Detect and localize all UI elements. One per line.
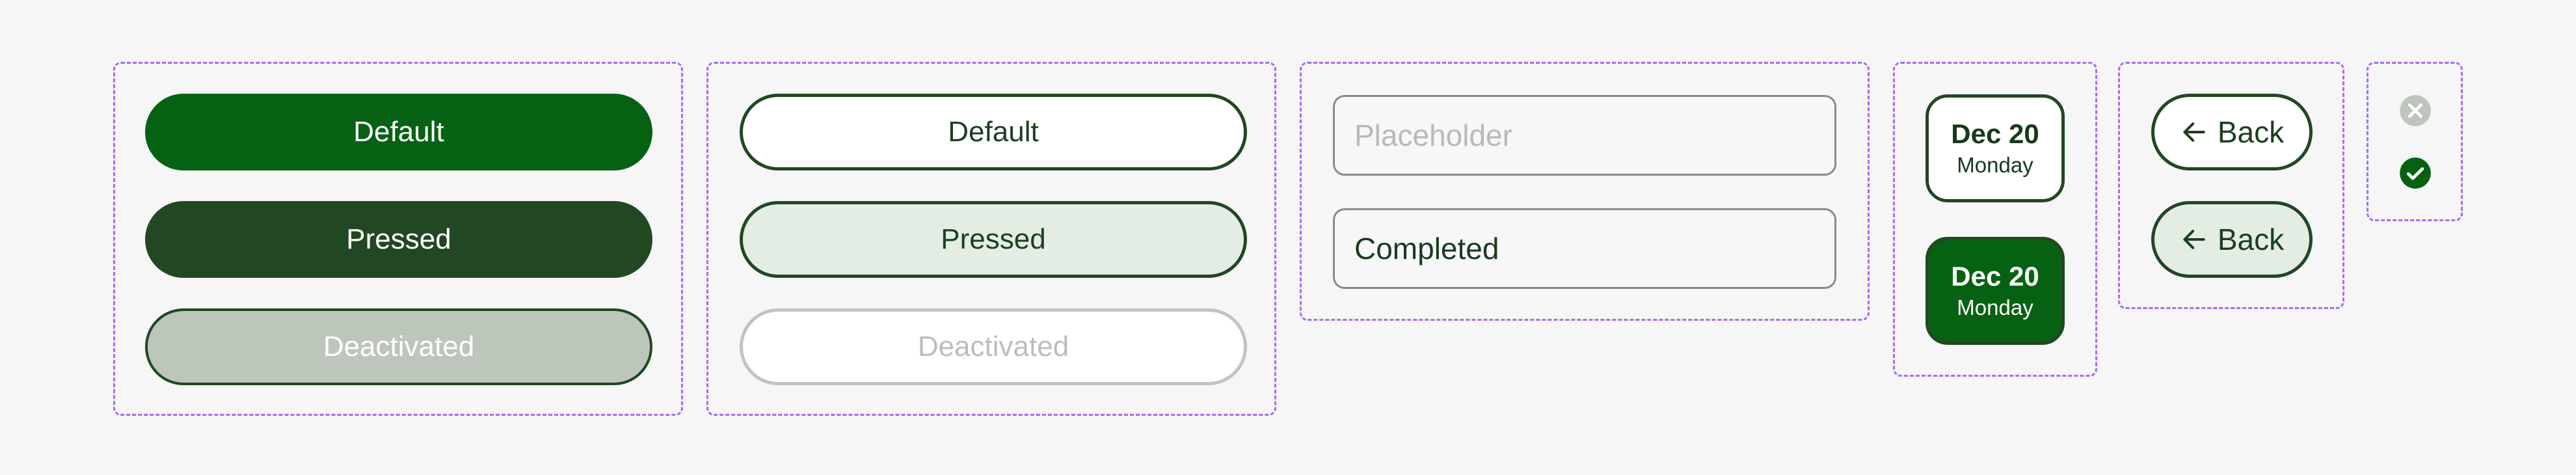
date-chip-default[interactable]: Dec 20 Monday [1925,94,2065,202]
date-chip-day: Monday [1957,153,2033,177]
check-circle-icon [2400,157,2431,189]
text-input-completed[interactable]: Completed [1333,208,1836,289]
date-chip-date: Dec 20 [1951,118,2039,149]
date-chip-group: Dec 20 Monday Dec 20 Monday [1893,62,2097,377]
status-icon-group [2367,62,2463,221]
secondary-button-group: Default Pressed Deactivated [706,62,1276,416]
primary-button-pressed[interactable]: Pressed [145,201,652,278]
secondary-button-deactivated: Deactivated [740,308,1247,385]
date-chip-date: Dec 20 [1951,261,2039,292]
secondary-button-pressed[interactable]: Pressed [740,201,1247,278]
back-button-default[interactable]: Back [2151,94,2313,170]
arrow-left-icon [2183,230,2205,249]
primary-button-default[interactable]: Default [145,94,652,170]
primary-button-group: Default Pressed Deactivated [113,62,683,416]
back-button-group: Back Back [2118,62,2344,309]
back-button-label: Back [2217,223,2285,256]
back-button-label: Back [2217,115,2285,149]
input-group: Placeholder Completed [1300,62,1870,321]
close-circle-icon[interactable] [2398,94,2432,128]
date-chip-selected[interactable]: Dec 20 Monday [1925,237,2065,345]
secondary-button-default[interactable]: Default [740,94,1247,170]
back-button-pressed[interactable]: Back [2151,201,2313,278]
date-chip-day: Monday [1957,295,2033,319]
text-input-placeholder[interactable]: Placeholder [1333,95,1836,176]
primary-button-deactivated: Deactivated [145,308,652,385]
arrow-left-icon [2183,122,2205,142]
